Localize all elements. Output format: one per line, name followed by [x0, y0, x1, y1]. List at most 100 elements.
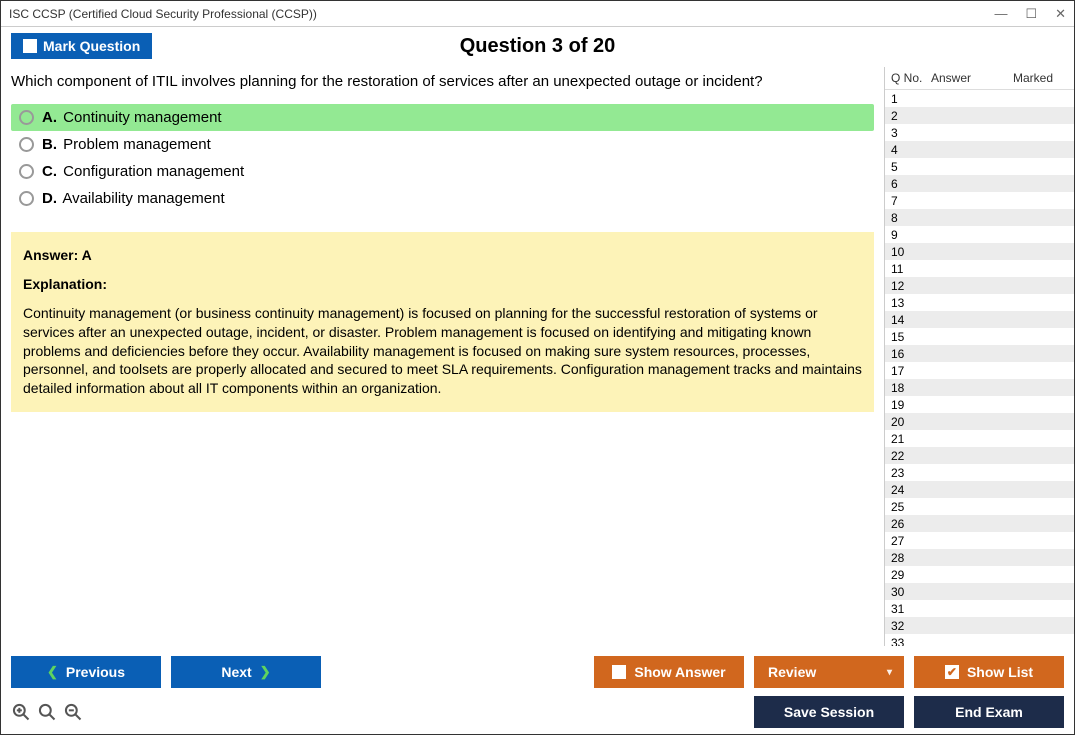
question-row[interactable]: 5: [885, 158, 1074, 175]
window-title: ISC CCSP (Certified Cloud Security Profe…: [9, 7, 317, 21]
question-row[interactable]: 31: [885, 600, 1074, 617]
save-session-label: Save Session: [784, 704, 874, 720]
qno: 30: [891, 585, 931, 599]
qno: 24: [891, 483, 931, 497]
qno: 4: [891, 143, 931, 157]
zoom-out-icon[interactable]: [63, 702, 83, 722]
question-row[interactable]: 20: [885, 413, 1074, 430]
option-letter: C.: [42, 163, 57, 180]
question-list[interactable]: 1234567891011121314151617181920212223242…: [885, 90, 1074, 646]
option-B[interactable]: B. Problem management: [11, 131, 874, 158]
question-row[interactable]: 10: [885, 243, 1074, 260]
next-button[interactable]: Next ❯: [171, 656, 321, 688]
option-A[interactable]: A. Continuity management: [11, 104, 874, 131]
radio-icon: [19, 164, 34, 179]
answer-panel: Answer: A Explanation: Continuity manage…: [11, 232, 874, 412]
question-row[interactable]: 6: [885, 175, 1074, 192]
question-text: Which component of ITIL involves plannin…: [11, 73, 874, 90]
qno: 32: [891, 619, 931, 633]
question-row[interactable]: 11: [885, 260, 1074, 277]
close-icon[interactable]: ✕: [1055, 6, 1066, 22]
qno: 22: [891, 449, 931, 463]
question-row[interactable]: 15: [885, 328, 1074, 345]
window-titlebar: ISC CCSP (Certified Cloud Security Profe…: [1, 1, 1074, 27]
qno: 33: [891, 636, 931, 647]
option-text: Availability management: [62, 190, 224, 207]
question-row[interactable]: 14: [885, 311, 1074, 328]
question-row[interactable]: 7: [885, 192, 1074, 209]
question-row[interactable]: 9: [885, 226, 1074, 243]
maximize-icon[interactable]: ☐: [1025, 6, 1037, 22]
previous-label: Previous: [66, 664, 125, 680]
qno: 9: [891, 228, 931, 242]
zoom-reset-icon[interactable]: [11, 702, 31, 722]
show-list-button[interactable]: ✔ Show List: [914, 656, 1064, 688]
question-row[interactable]: 30: [885, 583, 1074, 600]
col-answer: Answer: [931, 71, 1013, 85]
option-text: Configuration management: [63, 163, 244, 180]
end-exam-label: End Exam: [955, 704, 1023, 720]
qno: 3: [891, 126, 931, 140]
chevron-left-icon: ❮: [47, 664, 58, 680]
qno: 20: [891, 415, 931, 429]
options-list: A. Continuity managementB. Problem manag…: [11, 104, 874, 212]
question-row[interactable]: 25: [885, 498, 1074, 515]
checkbox-checked-icon: ✔: [945, 665, 959, 679]
question-row[interactable]: 33: [885, 634, 1074, 646]
review-button[interactable]: Review ▾: [754, 656, 904, 688]
qno: 21: [891, 432, 931, 446]
header: Mark Question Question 3 of 20: [1, 27, 1074, 67]
question-row[interactable]: 23: [885, 464, 1074, 481]
explanation-label: Explanation:: [23, 275, 862, 294]
qno: 6: [891, 177, 931, 191]
question-row[interactable]: 32: [885, 617, 1074, 634]
zoom-in-icon[interactable]: [37, 702, 57, 722]
main: Which component of ITIL involves plannin…: [1, 67, 1074, 646]
question-row[interactable]: 1: [885, 90, 1074, 107]
minimize-icon[interactable]: —: [994, 6, 1007, 22]
question-counter: Question 3 of 20: [1, 35, 1074, 58]
question-list-panel: Q No. Answer Marked 12345678910111213141…: [884, 67, 1074, 646]
question-row[interactable]: 16: [885, 345, 1074, 362]
question-row[interactable]: 28: [885, 549, 1074, 566]
question-row[interactable]: 27: [885, 532, 1074, 549]
question-row[interactable]: 24: [885, 481, 1074, 498]
question-row[interactable]: 19: [885, 396, 1074, 413]
qno: 7: [891, 194, 931, 208]
option-text: Problem management: [63, 136, 211, 153]
question-row[interactable]: 18: [885, 379, 1074, 396]
qno: 1: [891, 92, 931, 106]
question-row[interactable]: 4: [885, 141, 1074, 158]
qno: 18: [891, 381, 931, 395]
option-letter: D.: [42, 190, 57, 207]
question-row[interactable]: 2: [885, 107, 1074, 124]
mark-question-label: Mark Question: [43, 38, 140, 54]
zoom-controls: [11, 702, 83, 722]
question-row[interactable]: 22: [885, 447, 1074, 464]
qno: 14: [891, 313, 931, 327]
question-row[interactable]: 21: [885, 430, 1074, 447]
qno: 26: [891, 517, 931, 531]
save-session-button[interactable]: Save Session: [754, 696, 904, 728]
qno: 13: [891, 296, 931, 310]
radio-icon: [19, 110, 34, 125]
previous-button[interactable]: ❮ Previous: [11, 656, 161, 688]
question-row[interactable]: 29: [885, 566, 1074, 583]
primary-button-row: ❮ Previous Next ❯ Show Answer Review ▾ ✔…: [11, 656, 1064, 688]
end-exam-button[interactable]: End Exam: [914, 696, 1064, 728]
question-row[interactable]: 3: [885, 124, 1074, 141]
question-row[interactable]: 13: [885, 294, 1074, 311]
question-list-header: Q No. Answer Marked: [885, 67, 1074, 90]
question-row[interactable]: 26: [885, 515, 1074, 532]
qno: 27: [891, 534, 931, 548]
question-row[interactable]: 17: [885, 362, 1074, 379]
option-letter: B.: [42, 136, 57, 153]
show-answer-button[interactable]: Show Answer: [594, 656, 744, 688]
checkbox-icon: [612, 665, 626, 679]
question-row[interactable]: 8: [885, 209, 1074, 226]
show-list-label: Show List: [967, 664, 1033, 680]
question-row[interactable]: 12: [885, 277, 1074, 294]
option-D[interactable]: D. Availability management: [11, 185, 874, 212]
option-C[interactable]: C. Configuration management: [11, 158, 874, 185]
mark-question-button[interactable]: Mark Question: [11, 33, 152, 59]
